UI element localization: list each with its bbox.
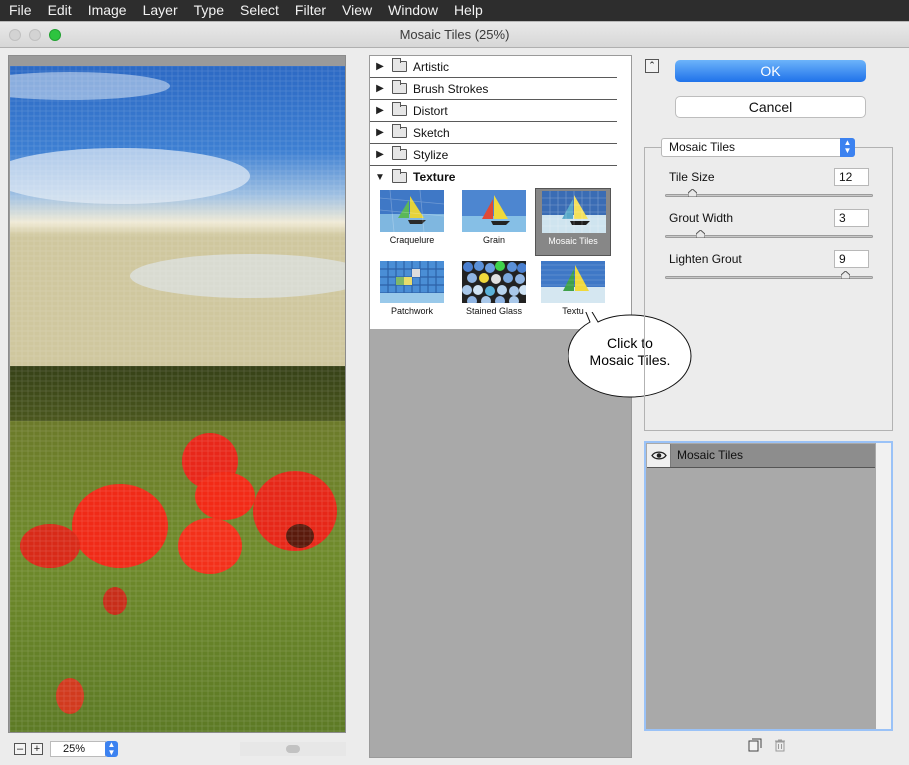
preview-zoom-bar: – + 25% ▲ ▼: [8, 739, 346, 759]
slider-handle[interactable]: [841, 271, 850, 279]
expand-triangle-icon[interactable]: ▶: [371, 83, 389, 94]
menu-type[interactable]: Type: [186, 0, 232, 21]
title-bar: Mosaic Tiles (25%): [0, 22, 909, 48]
menu-help[interactable]: Help: [446, 0, 491, 21]
effect-layer-row[interactable]: Mosaic Tiles: [647, 444, 875, 468]
effect-layer-label: Mosaic Tiles: [677, 448, 744, 462]
category-label: Sketch: [413, 125, 450, 140]
grout-width-input[interactable]: 3: [834, 209, 869, 227]
patchwork-thumbnail-image: [380, 261, 444, 303]
grout-width-slider[interactable]: [665, 230, 873, 238]
zoom-out-button[interactable]: –: [14, 743, 26, 755]
menu-file[interactable]: File: [0, 0, 40, 21]
thumb-caption: Mosaic Tiles: [548, 236, 598, 246]
category-label: Brush Strokes: [413, 81, 489, 96]
filter-thumb-craquelure[interactable]: Craquelure: [374, 188, 450, 256]
thumb-caption: Grain: [482, 235, 505, 245]
menu-window[interactable]: Window: [380, 0, 446, 21]
visibility-toggle[interactable]: [647, 444, 671, 467]
lighten-grout-label: Lighten Grout: [669, 252, 742, 266]
layers-scrollbar[interactable]: [876, 443, 891, 729]
expand-triangle-icon[interactable]: ▶: [371, 105, 389, 116]
zoom-stepper[interactable]: ▲ ▼: [105, 741, 118, 757]
folder-icon: [392, 102, 407, 116]
collapse-browser-button[interactable]: ⌃: [645, 59, 659, 73]
trash-icon[interactable]: [773, 738, 787, 752]
filter-gallery-window: Mosaic Tiles (25%) – + 25% ▲ ▼ ▶ Artisti…: [0, 21, 909, 765]
scrollbar-thumb[interactable]: [286, 745, 300, 753]
expand-triangle-icon[interactable]: ▶: [371, 61, 389, 72]
category-distort[interactable]: ▶ Distort: [370, 100, 617, 122]
zoom-in-button[interactable]: +: [31, 743, 43, 755]
category-stylize[interactable]: ▶ Stylize: [370, 144, 617, 166]
filter-thumb-stained-glass[interactable]: Stained Glass: [456, 259, 532, 327]
preview-horizontal-scrollbar[interactable]: [240, 742, 346, 756]
texturizer-thumbnail-image: [541, 261, 605, 303]
ok-button[interactable]: OK: [675, 60, 866, 82]
folder-icon: [392, 146, 407, 160]
filter-thumb-mosaic-tiles[interactable]: Mosaic Tiles: [535, 188, 611, 256]
thumb-caption: Patchwork: [390, 306, 434, 316]
expand-triangle-icon[interactable]: ▶: [371, 127, 389, 138]
lighten-grout-input[interactable]: 9: [834, 250, 869, 268]
tile-size-input[interactable]: 12: [834, 168, 869, 186]
grout-width-label: Grout Width: [669, 211, 734, 225]
tile-size-label: Tile Size: [669, 170, 715, 184]
thumb-caption: Stained Glass: [465, 306, 523, 316]
new-effect-layer-icon[interactable]: [748, 738, 762, 752]
mosaic-tiles-thumbnail-image: [542, 191, 606, 233]
category-artistic[interactable]: ▶ Artistic: [370, 56, 617, 78]
category-sketch[interactable]: ▶ Sketch: [370, 122, 617, 144]
menu-image[interactable]: Image: [80, 0, 135, 21]
menu-view[interactable]: View: [334, 0, 380, 21]
lighten-grout-slider[interactable]: [665, 271, 873, 279]
menu-select[interactable]: Select: [232, 0, 287, 21]
slider-handle[interactable]: [688, 189, 697, 197]
folder-icon: [392, 80, 407, 94]
folder-icon: [392, 58, 407, 72]
menu-bar: File Edit Image Layer Type Select Filter…: [0, 0, 909, 21]
thumb-caption: Craquelure: [389, 235, 435, 245]
effect-layers-panel: Mosaic Tiles: [644, 441, 893, 731]
filter-browser: ▶ Artistic ▶ Brush Strokes ▶ Distort ▶ S…: [369, 55, 632, 758]
filter-thumb-patchwork[interactable]: Patchwork: [374, 259, 450, 327]
grain-thumbnail-image: [462, 190, 526, 232]
category-label: Texture: [413, 170, 456, 184]
zoom-level-field[interactable]: 25%: [50, 741, 106, 757]
category-label: Distort: [413, 103, 448, 118]
category-label: Stylize: [413, 147, 449, 162]
preview-pane[interactable]: [8, 55, 346, 733]
folder-icon: [392, 124, 407, 138]
category-texture[interactable]: ▼ Texture: [370, 166, 617, 188]
stained-glass-thumbnail-image: [462, 261, 526, 303]
menu-filter[interactable]: Filter: [287, 0, 334, 21]
menu-layer[interactable]: Layer: [135, 0, 186, 21]
preview-image: [10, 66, 345, 732]
expand-triangle-icon[interactable]: ▶: [371, 149, 389, 160]
eye-icon: [651, 451, 667, 460]
filter-settings-panel: [644, 147, 893, 431]
cancel-button[interactable]: Cancel: [675, 96, 866, 118]
window-title: Mosaic Tiles (25%): [399, 27, 510, 42]
tile-size-slider[interactable]: [665, 189, 873, 197]
collapse-triangle-icon[interactable]: ▼: [371, 172, 389, 183]
chevron-updown-icon[interactable]: ▲ ▼: [840, 138, 855, 157]
filter-category-list: ▶ Artistic ▶ Brush Strokes ▶ Distort ▶ S…: [370, 56, 631, 329]
craquelure-thumbnail-image: [380, 190, 444, 232]
menu-edit[interactable]: Edit: [40, 0, 80, 21]
folder-icon: [392, 168, 407, 183]
filter-thumb-grain[interactable]: Grain: [456, 188, 532, 256]
slider-handle[interactable]: [696, 230, 705, 238]
filter-select-value: Mosaic Tiles: [669, 140, 736, 154]
category-label: Artistic: [413, 59, 449, 74]
filter-select-dropdown[interactable]: Mosaic Tiles ▲ ▼: [661, 138, 855, 157]
category-brush-strokes[interactable]: ▶ Brush Strokes: [370, 78, 617, 100]
